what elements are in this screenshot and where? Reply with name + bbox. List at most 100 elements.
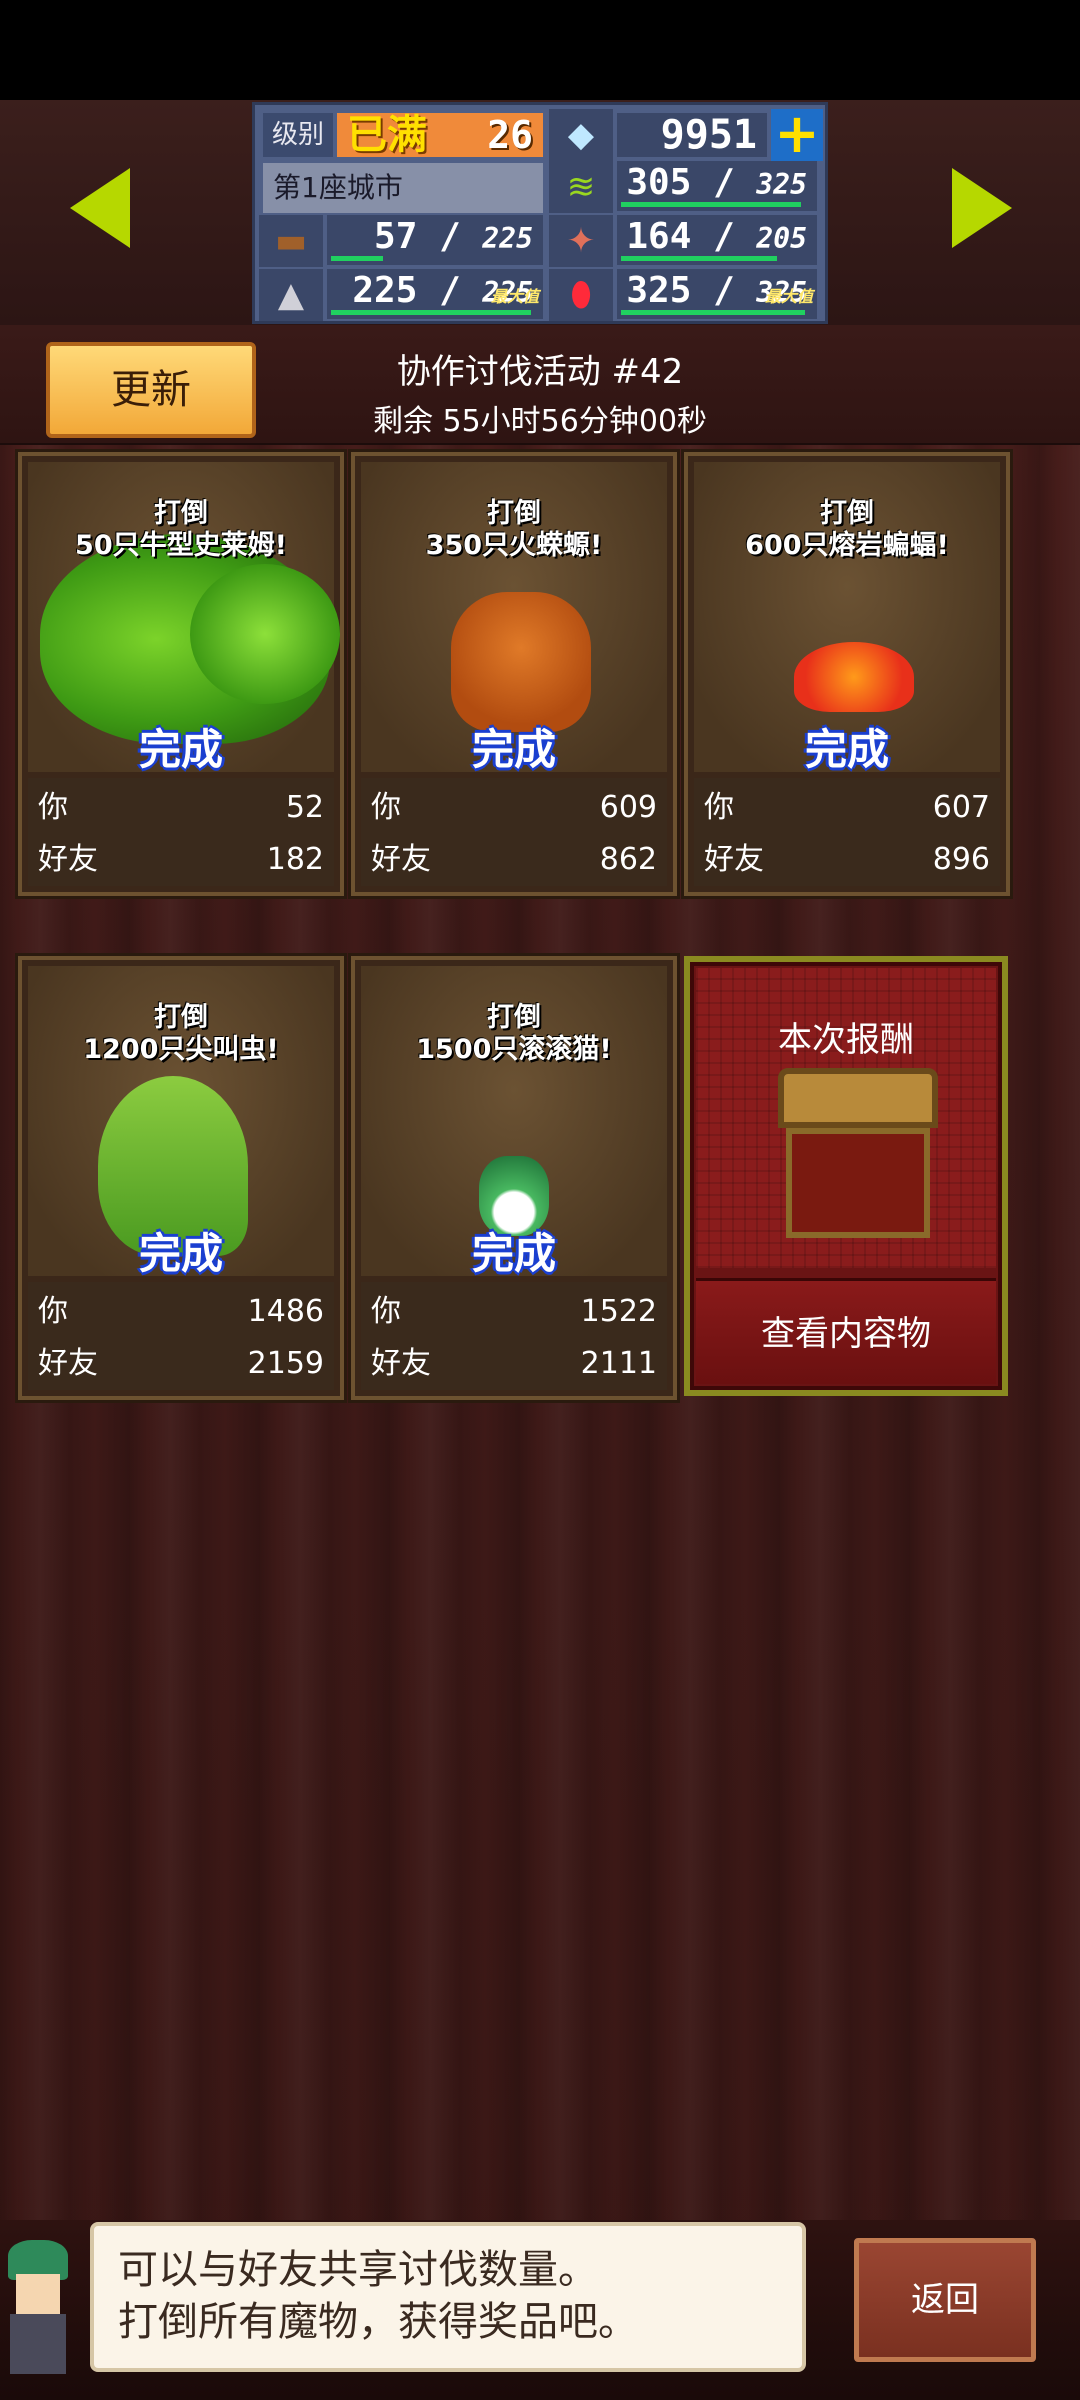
goal-line1: 打倒 [154, 498, 208, 529]
message-line2: 打倒所有魔物，获得奖品吧。 [118, 2299, 638, 2345]
treasure-chest-icon [778, 1068, 938, 1248]
card-goal: 打倒 350只火蝾螈! [361, 498, 667, 562]
wood-value: 57 [374, 216, 418, 257]
friend-count-row: 好友 2111 [371, 1340, 657, 1388]
ruby-resource: 325 / 325 最大值 [617, 269, 817, 319]
chest-body [786, 1128, 930, 1238]
you-value: 607 [932, 790, 990, 825]
update-button[interactable]: 更新 [46, 342, 256, 438]
card-art: 打倒 600只熔岩蝙蝠! 完成 [694, 462, 1000, 774]
grass-progress-bar [621, 202, 801, 207]
back-button[interactable]: 返回 [854, 2238, 1036, 2362]
meat-icon: ✦ [549, 215, 613, 267]
goal-line2: 350只火蝾螈! [425, 530, 603, 561]
next-city-arrow-icon[interactable] [952, 168, 1012, 248]
status-complete: 完成 [804, 725, 889, 774]
card-counts: 你 52 好友 182 [28, 778, 334, 886]
previous-city-arrow-icon[interactable] [70, 168, 130, 248]
goal-line2: 50只牛型史莱姆! [75, 530, 287, 561]
you-count-row: 你 52 [38, 784, 324, 832]
friend-count-row: 好友 896 [704, 836, 990, 884]
friend-label: 好友 [371, 842, 431, 877]
friend-value: 862 [599, 842, 657, 877]
ruby-max-tag: 最大值 [764, 287, 813, 306]
meat-value: 164 [626, 216, 692, 257]
card-goal: 打倒 1500只滚滚猫! [361, 1002, 667, 1066]
card-goal: 打倒 50只牛型史莱姆! [28, 498, 334, 562]
status-complete: 完成 [138, 725, 223, 774]
stone-icon: ▲ [259, 269, 323, 321]
you-label: 你 [704, 790, 734, 825]
slime-monster-icon [40, 534, 340, 744]
card-counts: 你 1486 好友 2159 [28, 1282, 334, 1390]
status-complete: 完成 [138, 1229, 223, 1278]
reward-card[interactable]: 本次报酬 查看内容物 [684, 956, 1008, 1396]
meat-resource: 164 / 205 [617, 215, 817, 265]
wood-resource: 57 / 225 [327, 215, 543, 265]
card-art: 打倒 1200只尖叫虫! 完成 [28, 966, 334, 1278]
fire-salamander-monster-icon [451, 592, 591, 732]
card-art: 打倒 1500只滚滚猫! 完成 [361, 966, 667, 1278]
resource-panel: 级别 已满 26 ◆ 9951 + 第1座城市 ≋ 305 / 325 ▬ 57… [252, 102, 828, 324]
hunt-card-slime[interactable]: 打倒 50只牛型史莱姆! 完成 你 52 好友 182 [18, 452, 344, 896]
view-contents-button[interactable]: 查看内容物 [696, 1278, 996, 1384]
card-goal: 打倒 600只熔岩蝙蝠! [694, 498, 1000, 562]
wood-progress-bar [331, 256, 383, 261]
friend-count-row: 好友 182 [38, 836, 324, 884]
diamond-icon: ◆ [549, 109, 613, 161]
you-value: 1522 [580, 1294, 657, 1329]
card-art: 打倒 350只火蝾螈! 完成 [361, 462, 667, 774]
ruby-value: 325 [626, 270, 692, 311]
card-counts: 你 607 好友 896 [694, 778, 1000, 886]
message-line1: 可以与好友共享讨伐数量。 [118, 2247, 598, 2293]
you-value: 52 [285, 790, 324, 825]
goal-line1: 打倒 [820, 498, 874, 529]
reward-panel: 本次报酬 [696, 968, 996, 1268]
lava-bat-monster-icon [794, 642, 914, 712]
you-count-row: 你 1486 [38, 1288, 324, 1336]
friend-label: 好友 [38, 1346, 98, 1381]
meat-progress-bar [621, 256, 777, 261]
goal-line1: 打倒 [154, 1002, 208, 1033]
avatar-face [16, 2274, 60, 2314]
status-bar-area [0, 0, 1080, 100]
chest-lid [778, 1068, 938, 1128]
advisor-speech-bubble: 可以与好友共享讨伐数量。 打倒所有魔物，获得奖品吧。 [90, 2222, 806, 2372]
friend-label: 好友 [371, 1346, 431, 1381]
card-goal: 打倒 1200只尖叫虫! [28, 1002, 334, 1066]
hunt-card-cat[interactable]: 打倒 1500只滚滚猫! 完成 你 1522 好友 2111 [351, 956, 677, 1400]
friend-label: 好友 [38, 842, 98, 877]
friend-value: 896 [932, 842, 990, 877]
friend-value: 2159 [247, 1346, 324, 1381]
friend-label: 好友 [704, 842, 764, 877]
gem-count: 9951 [617, 113, 767, 157]
status-complete: 完成 [471, 1229, 556, 1278]
goal-line1: 打倒 [487, 498, 541, 529]
goal-line1: 打倒 [487, 1002, 541, 1033]
you-label: 你 [371, 1294, 401, 1329]
wood-icon: ▬ [259, 215, 323, 267]
you-label: 你 [38, 790, 68, 825]
card-counts: 你 609 好友 862 [361, 778, 667, 886]
you-value: 609 [599, 790, 657, 825]
advisor-avatar [0, 2240, 78, 2380]
meat-max: 205 [756, 222, 807, 255]
hunt-card-salamander[interactable]: 打倒 350只火蝾螈! 完成 你 609 好友 862 [351, 452, 677, 896]
you-label: 你 [371, 790, 401, 825]
goal-line2: 600只熔岩蝙蝠! [745, 530, 949, 561]
you-value: 1486 [247, 1294, 324, 1329]
wood-max: 225 [482, 222, 533, 255]
reward-title: 本次报酬 [778, 1020, 914, 1060]
you-count-row: 你 607 [704, 784, 990, 832]
event-timer: 剩余 55小时56分钟00秒 [372, 404, 708, 439]
friend-count-row: 好友 862 [371, 836, 657, 884]
grass-max: 325 [756, 168, 807, 201]
hunt-card-bat[interactable]: 打倒 600只熔岩蝙蝠! 完成 你 607 好友 896 [684, 452, 1010, 896]
hunt-card-worm[interactable]: 打倒 1200只尖叫虫! 完成 你 1486 好友 2159 [18, 956, 344, 1400]
card-counts: 你 1522 好友 2111 [361, 1282, 667, 1390]
friend-value: 182 [266, 842, 324, 877]
add-gems-button[interactable]: + [771, 107, 823, 161]
goal-line2: 1500只滚滚猫! [416, 1034, 612, 1065]
event-title: 协作讨伐活动 #42 [396, 352, 684, 392]
friend-count-row: 好友 2159 [38, 1340, 324, 1388]
